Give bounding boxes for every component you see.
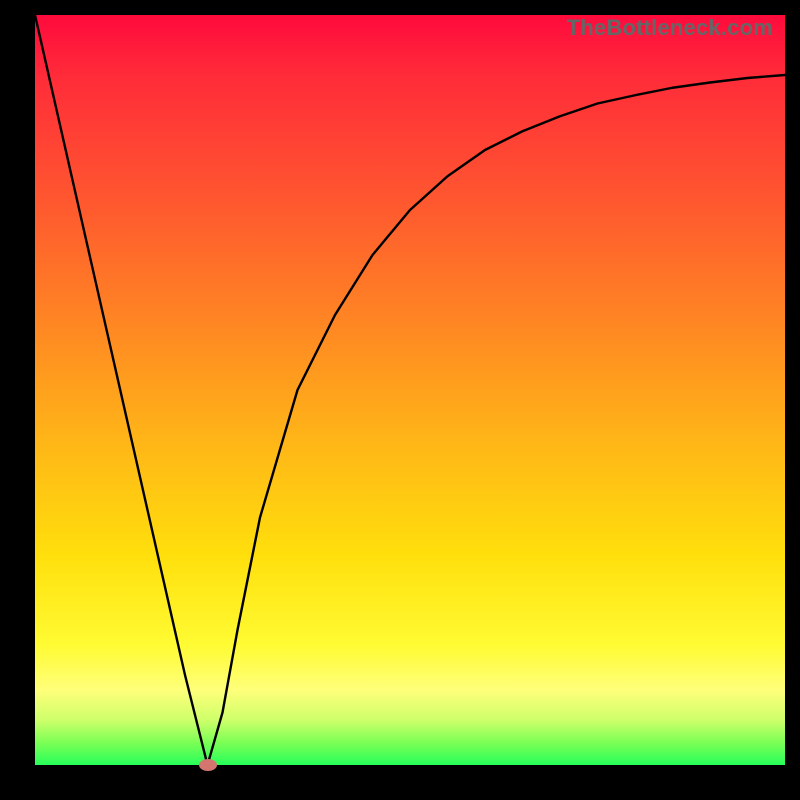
plot-area: TheBottleneck.com [35, 15, 785, 765]
minimum-marker [199, 759, 217, 771]
bottleneck-curve [35, 15, 785, 765]
curve-svg [35, 15, 785, 765]
chart-frame: TheBottleneck.com [0, 0, 800, 800]
